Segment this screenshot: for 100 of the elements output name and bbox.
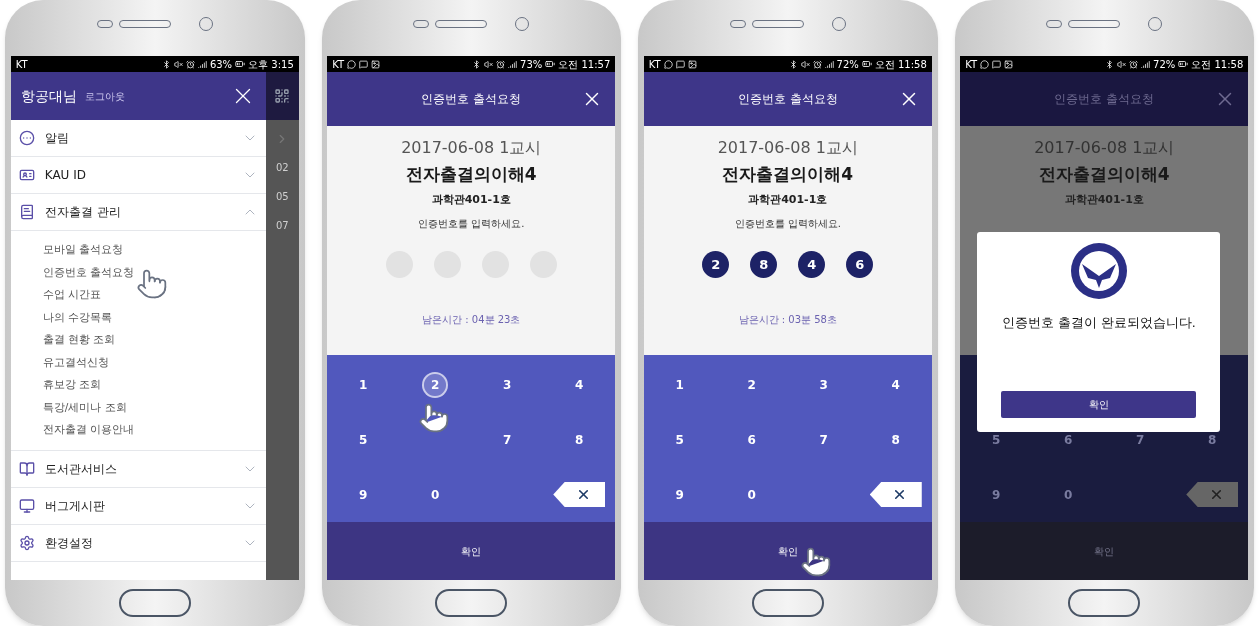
keypad-key[interactable]: 4 [884,373,907,396]
keypad-key[interactable]: 1 [352,373,375,396]
mute-icon [173,59,183,69]
logout-link[interactable]: 로그아웃 [84,88,125,104]
message-icon [992,59,1002,69]
battery-icon [1178,59,1189,69]
keypad-key[interactable]: 8 [1201,428,1224,451]
subject-name: 전자출결의이해4 [405,163,537,186]
code-digit: 6 [846,251,874,278]
keypad-key[interactable]: 5 [668,428,691,451]
keypad-key[interactable]: 5 [352,428,375,451]
mute-icon [1117,59,1126,69]
chat-icon [980,59,990,69]
remaining-time: 남은시간 : 03분 58초 [738,313,837,327]
keypad-key[interactable]: 3 [496,373,519,396]
home-button[interactable] [435,589,508,617]
keypad-key[interactable]: 6 [740,428,763,451]
home-button[interactable] [751,589,824,617]
submenu-item[interactable]: 특강/세미나 조회 [42,396,127,419]
alarm-icon [185,59,195,69]
completion-message: 인증번호 출결이 완료되었습니다. [1001,314,1196,332]
background-text: 05 [275,190,289,204]
keypad-key[interactable]: 0 [424,483,447,506]
room-name: 과학관401-1호 [748,191,828,208]
clock-time: 오전 11:58 [874,57,927,72]
bluetooth-icon [161,59,171,69]
submenu-item[interactable]: 모바일 출석요청 [42,239,124,262]
keypad-key[interactable]: 7 [1129,428,1152,451]
backspace-key[interactable] [1186,482,1239,507]
keypad-key[interactable]: 2 [424,373,447,396]
image-icon [687,59,697,69]
menu-item[interactable]: 도서관서비스 [10,450,266,488]
keypad-key[interactable]: 1 [668,373,691,396]
confirm-button[interactable]: 확인 [327,522,616,580]
keypad-key[interactable]: 0 [740,483,763,506]
signal-icon [824,59,834,69]
keypad-key[interactable]: 9 [668,483,691,506]
keypad-key[interactable]: 8 [884,428,907,451]
backspace-key[interactable] [869,482,922,507]
carrier-label: KT [648,57,661,72]
submenu-item[interactable]: 수업 시간표 [42,284,102,307]
backspace-key[interactable] [553,482,606,507]
carrier-label: KT [15,57,28,72]
battery-percent: 63% [209,57,233,72]
image-icon [371,59,381,69]
clock-time: 오후 3:15 [248,57,294,72]
chat-icon [663,59,673,69]
keypad-key[interactable]: 4 [568,373,591,396]
submenu-item[interactable]: 인증번호 출석요청 [42,261,135,284]
confirm-button[interactable]: 확인 [643,522,932,580]
dialog-confirm-button[interactable]: 확인 [1001,391,1197,418]
submenu-item[interactable]: 유고결석신청 [42,351,109,374]
menu-item[interactable]: 알림 [10,120,266,157]
keypad-key[interactable]: 3 [812,373,835,396]
home-button[interactable] [1068,589,1141,617]
message-icon [359,59,369,69]
submenu-item[interactable]: 출결 현황 조회 [42,329,116,352]
image-icon [1004,59,1014,69]
notebook-icon [18,204,35,220]
prompt-text: 인증번호를 입력하세요. [418,217,525,231]
code-digit: 2 [702,251,730,278]
message-icon [675,59,685,69]
keypad-key[interactable]: 0 [1057,483,1080,506]
alarm-icon [812,59,822,69]
menu-item[interactable]: KAU ID [10,157,266,194]
keypad-key[interactable]: 5 [985,428,1008,451]
keypad-key[interactable]: 6 [1057,428,1080,451]
chat-icon [347,59,357,69]
battery-percent: 72% [836,57,859,72]
user-name: 항공대님 [20,86,77,106]
notice-icon [18,130,35,146]
subject-name: 전자출결의이해4 [1038,163,1170,186]
background-text: 02 [275,161,289,175]
qr-code-icon [274,88,291,104]
keypad-key[interactable]: 9 [985,483,1008,506]
clock-time: 오전 11:58 [1191,57,1244,72]
prompt-text: 인증번호를 입력하세요. [734,217,841,231]
carrier-label: KT [332,57,345,72]
screen-title: 인증번호 출석요청 [736,91,839,108]
id-card-icon [18,167,35,183]
confirm-label: 확인 [1094,544,1115,559]
bluetooth-icon [788,59,798,69]
battery-icon [235,59,246,69]
submenu-item[interactable]: 나의 수강목록 [42,306,113,329]
keypad-key[interactable]: 9 [352,483,375,506]
submenu-item[interactable]: 전자출결 이용안내 [42,419,135,442]
menu-item[interactable]: 환경설정 [10,524,266,562]
keypad-key[interactable]: 7 [812,428,835,451]
home-button[interactable] [118,589,191,617]
keypad-key[interactable]: 2 [740,373,763,396]
screen-title: 인증번호 출석요청 [1053,91,1156,108]
bluetooth-icon [1105,59,1114,69]
menu-item[interactable]: 버그게시판 [10,487,266,525]
menu-item[interactable]: 전자출결 관리 [10,194,266,231]
alarm-icon [1129,59,1138,69]
confirm-button[interactable]: 확인 [960,522,1249,580]
keypad-key[interactable]: 7 [496,428,519,451]
book-icon [18,460,35,477]
submenu-item[interactable]: 휴보강 조회 [42,374,102,397]
keypad-key[interactable]: 8 [568,428,591,451]
